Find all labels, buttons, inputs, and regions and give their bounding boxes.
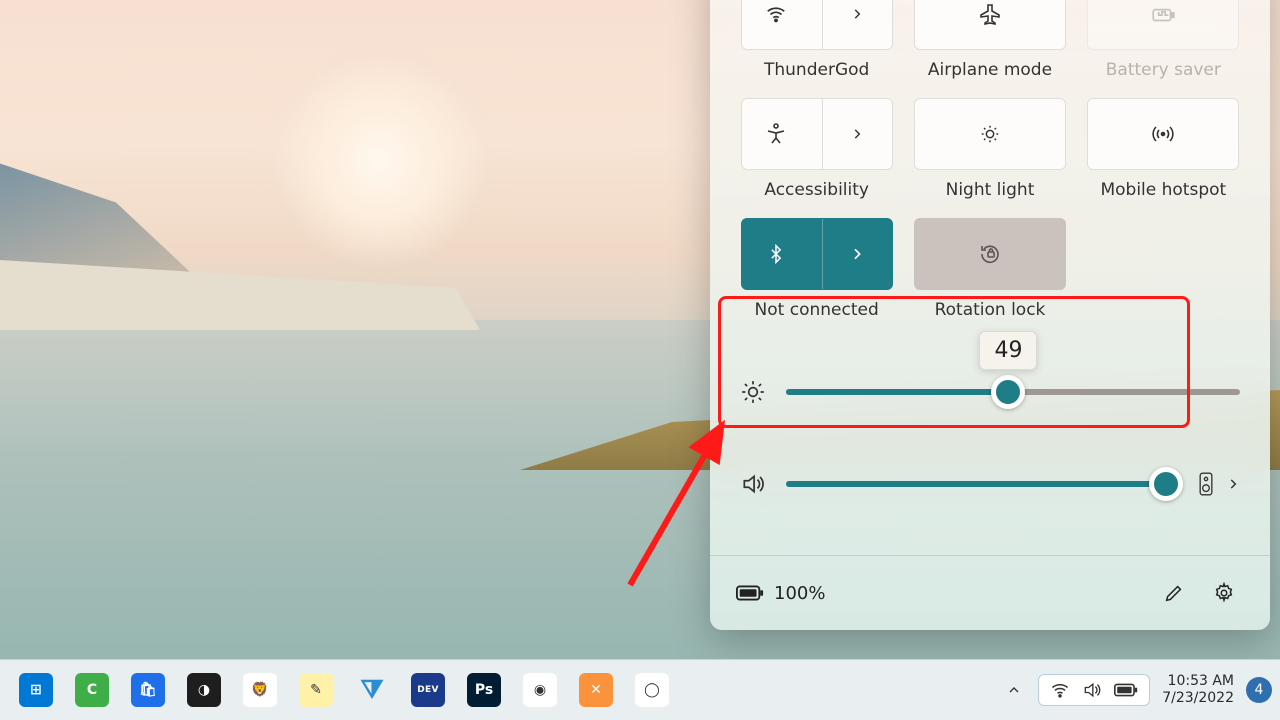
tray-overflow-button[interactable]: [994, 676, 1034, 704]
battery-percent: 100%: [774, 583, 825, 604]
volume-expand-button[interactable]: [1226, 477, 1240, 491]
quick-settings-footer: 100%: [710, 555, 1270, 630]
tray-network-volume-battery[interactable]: [1038, 674, 1150, 706]
tray-clock[interactable]: 10:53 AM 7/23/2022: [1154, 673, 1242, 707]
tile-wifi[interactable]: [741, 0, 893, 50]
brightness-slider-row: 49: [740, 346, 1240, 438]
accessibility-expand-button[interactable]: [822, 99, 892, 169]
clock-time: 10:53 AM: [1168, 673, 1234, 690]
accessibility-icon[interactable]: [742, 99, 811, 169]
tile-label: Battery saver: [1106, 60, 1221, 80]
wallpaper-shore: [0, 260, 480, 330]
tile-night-light[interactable]: [914, 98, 1066, 170]
tile-battery-saver[interactable]: [1087, 0, 1239, 50]
night-light-icon: [979, 123, 1001, 145]
battery-icon[interactable]: [736, 583, 764, 603]
taskbar-app-notepadpp[interactable]: ✎: [290, 666, 342, 714]
taskbar-app-vscode[interactable]: ⧩: [346, 666, 398, 714]
taskbar-app-devcpp[interactable]: DEV: [402, 666, 454, 714]
wifi-icon: [1050, 680, 1070, 700]
tile-accessibility[interactable]: [741, 98, 893, 170]
bluetooth-icon[interactable]: [742, 219, 811, 289]
tile-label: Not connected: [755, 300, 879, 320]
tile-mobile-hotspot[interactable]: [1087, 98, 1239, 170]
wifi-icon[interactable]: [742, 0, 811, 49]
settings-button[interactable]: [1204, 573, 1244, 613]
tile-label: Night light: [946, 180, 1035, 200]
taskbar-app-ms-store[interactable]: 🛍: [122, 666, 174, 714]
clock-date: 7/23/2022: [1162, 690, 1234, 707]
volume-slider[interactable]: [786, 481, 1178, 487]
rotation-lock-icon: [978, 242, 1002, 266]
tile-label: Mobile hotspot: [1100, 180, 1226, 200]
tile-bluetooth[interactable]: [741, 218, 893, 290]
brightness-slider[interactable]: 49: [786, 389, 1240, 395]
battery-icon: [1114, 682, 1138, 698]
taskbar-app-chrome[interactable]: ◉: [514, 666, 566, 714]
taskbar: ⊞C🛍◑🦁✎⧩DEVPs◉✕◯ 10:53 AM 7/23/2022 4: [0, 659, 1280, 720]
wallpaper-sun: [270, 50, 490, 270]
tile-rotation-lock[interactable]: [914, 218, 1066, 290]
volume-icon: [1082, 680, 1102, 700]
notification-badge[interactable]: 4: [1246, 677, 1272, 703]
quick-settings-row-1: ThunderGod Airplane mode Battery saver: [710, 0, 1270, 320]
battery-saver-icon: [1150, 1, 1176, 27]
brightness-tooltip: 49: [979, 331, 1037, 370]
taskbar-app-figma[interactable]: ◑: [178, 666, 230, 714]
taskbar-app-cortana[interactable]: ◯: [626, 666, 678, 714]
taskbar-app-xampp[interactable]: ✕: [570, 666, 622, 714]
bluetooth-expand-button[interactable]: [822, 219, 892, 289]
volume-slider-row: [740, 438, 1240, 530]
volume-icon[interactable]: [740, 471, 768, 497]
taskbar-app-camtasia[interactable]: C: [66, 666, 118, 714]
system-tray: 10:53 AM 7/23/2022 4: [994, 673, 1272, 707]
taskbar-app-start[interactable]: ⊞: [10, 666, 62, 714]
taskbar-app-photoshop[interactable]: Ps: [458, 666, 510, 714]
airplane-icon: [978, 2, 1002, 26]
tile-label: Rotation lock: [935, 300, 1046, 320]
quick-settings-panel: ThunderGod Airplane mode Battery saver: [710, 0, 1270, 630]
tile-airplane-mode[interactable]: [914, 0, 1066, 50]
wifi-expand-button[interactable]: [822, 0, 892, 49]
taskbar-app-brave[interactable]: 🦁: [234, 666, 286, 714]
edit-quick-settings-button[interactable]: [1154, 573, 1194, 613]
audio-output-button[interactable]: [1196, 471, 1216, 497]
tile-label: ThunderGod: [764, 60, 869, 80]
brightness-icon: [740, 379, 768, 405]
hotspot-icon: [1151, 122, 1175, 146]
tile-label: Accessibility: [764, 180, 869, 200]
tile-label: Airplane mode: [928, 60, 1052, 80]
